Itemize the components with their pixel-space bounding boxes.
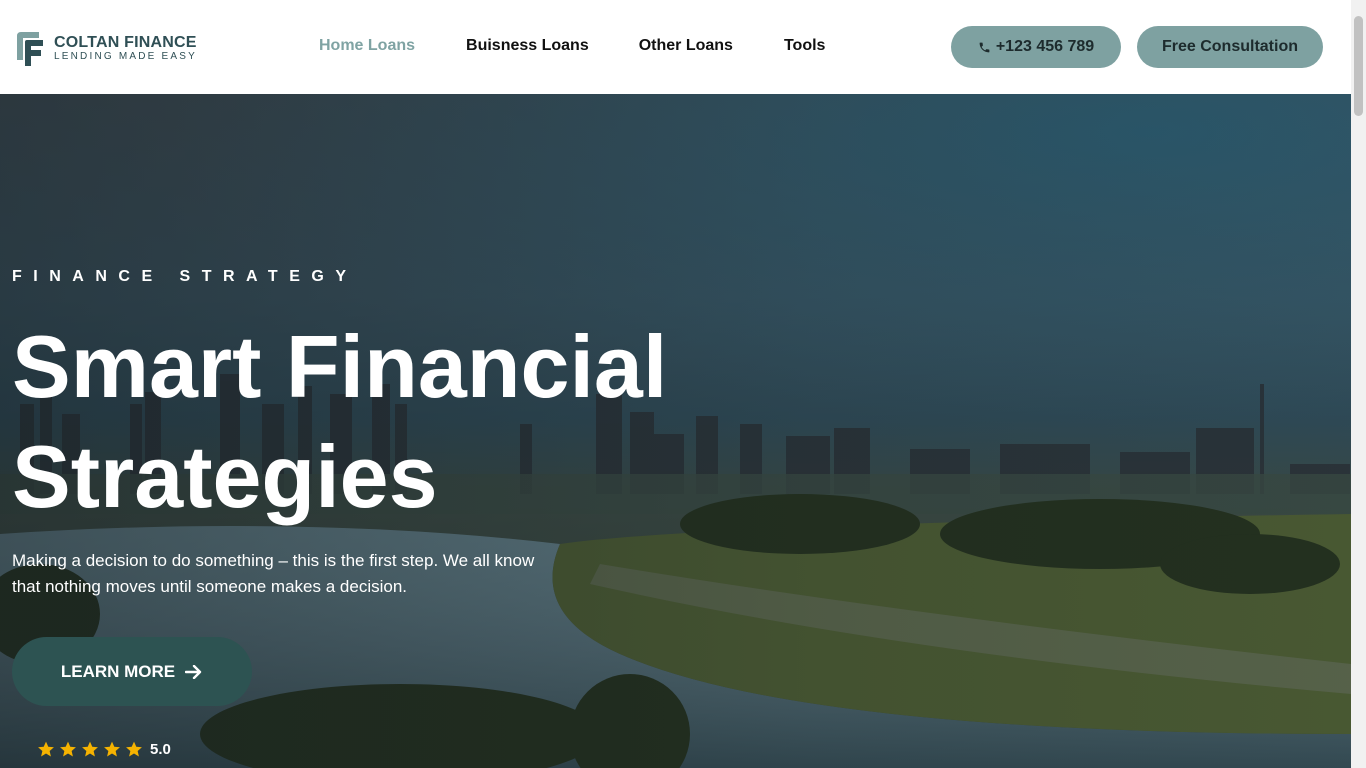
scrollbar-thumb[interactable] xyxy=(1354,16,1363,116)
phone-number: +123 456 789 xyxy=(995,38,1095,55)
star-icon xyxy=(126,741,142,757)
hero-headline: Smart Financial Strategies xyxy=(12,317,668,526)
logo-mark-icon xyxy=(17,32,43,66)
page-scrollbar[interactable] xyxy=(1351,0,1366,768)
brand-name: COLTAN FINANCE xyxy=(54,34,197,51)
main-nav: Home Loans Buisness Loans Other Loans To… xyxy=(319,37,825,55)
brand-logo[interactable]: COLTAN FINANCE LENDING MADE EASY xyxy=(13,30,197,68)
star-icon xyxy=(82,741,98,757)
phone-button[interactable]: +123 456 789 xyxy=(951,26,1121,68)
brand-tagline: LENDING MADE EASY xyxy=(54,51,197,62)
free-consultation-label: Free Consultation xyxy=(1161,38,1298,55)
star-icon xyxy=(104,741,120,757)
learn-more-button[interactable]: LEARN MORE xyxy=(12,637,252,706)
nav-item-home-loans[interactable]: Home Loans xyxy=(319,37,415,55)
nav-item-other-loans[interactable]: Other Loans xyxy=(639,37,733,55)
hero-lead-text: Making a decision to do something – this… xyxy=(12,551,535,596)
star-icon xyxy=(38,741,54,757)
rating: 5.0 xyxy=(36,740,171,759)
star-icon xyxy=(60,741,76,757)
phone-icon xyxy=(979,42,990,52)
arrow-right-icon xyxy=(185,664,202,679)
hero-eyebrow: FINANCE STRATEGY xyxy=(12,268,358,285)
rating-value: 5.0 xyxy=(150,741,171,758)
nav-item-tools[interactable]: Tools xyxy=(784,37,825,55)
nav-item-business-loans[interactable]: Buisness Loans xyxy=(466,37,589,55)
hero-section: FINANCE STRATEGY Smart Financial Strateg… xyxy=(0,94,1351,768)
site-header: COLTAN FINANCE LENDING MADE EASY Home Lo… xyxy=(0,0,1351,94)
rating-stars xyxy=(36,740,146,759)
learn-more-label: LEARN MORE xyxy=(60,661,176,681)
free-consultation-button[interactable]: Free Consultation xyxy=(1137,26,1323,68)
